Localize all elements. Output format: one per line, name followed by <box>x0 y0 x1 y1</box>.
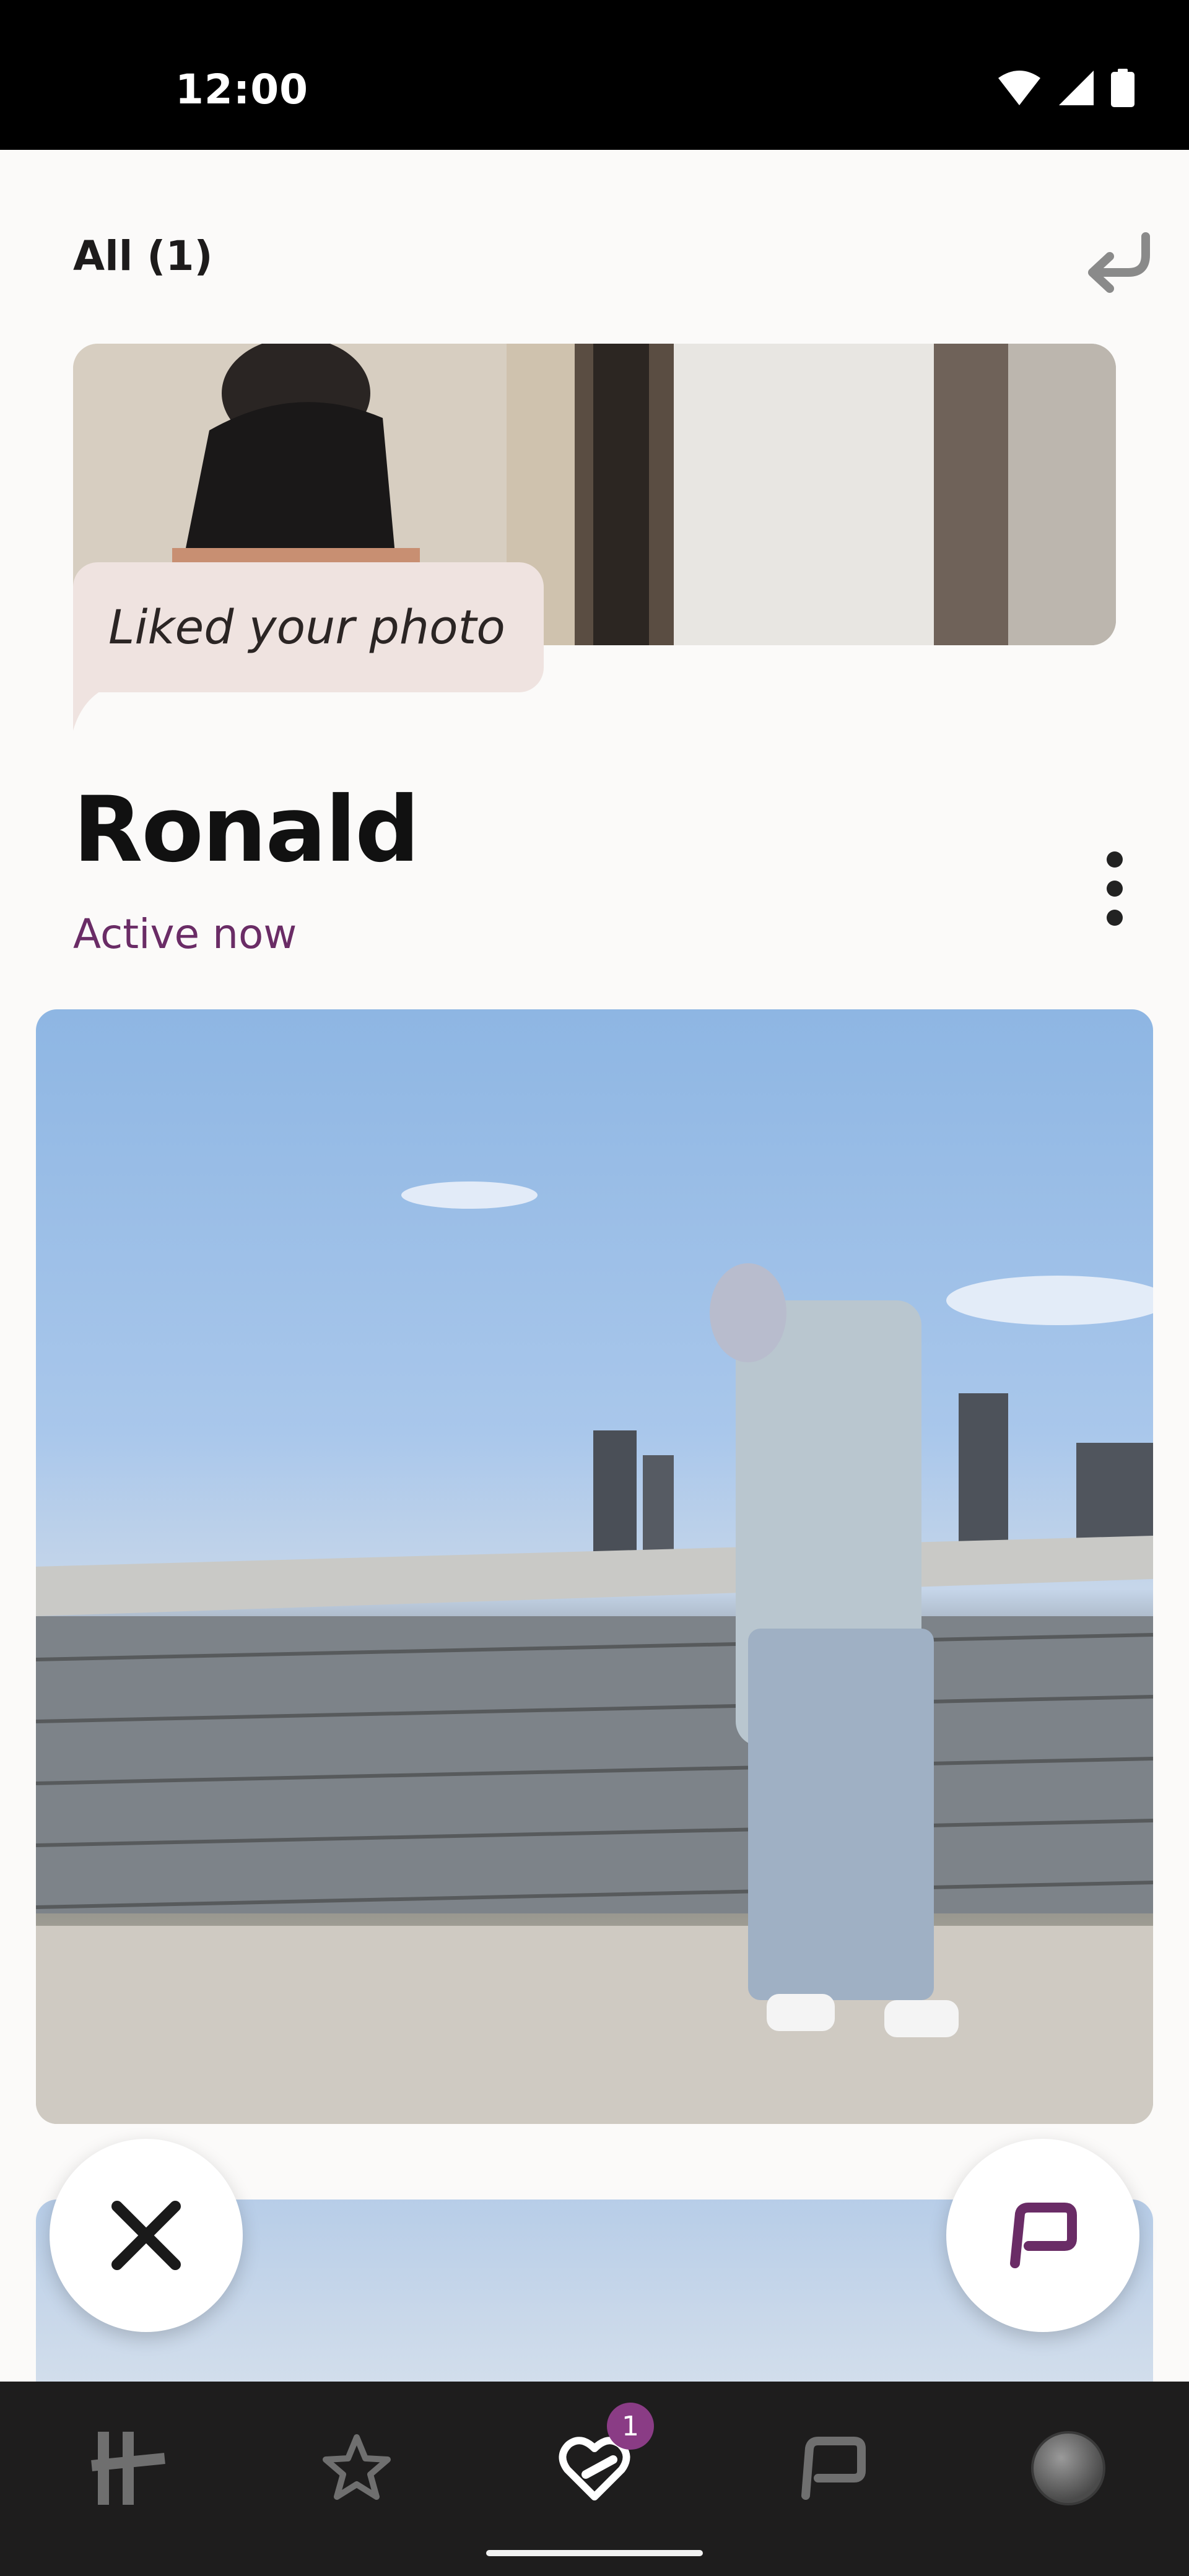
signal-icon <box>1059 71 1094 105</box>
pass-button[interactable] <box>50 2139 243 2332</box>
nav-profile[interactable] <box>1019 2419 1118 2518</box>
star-icon <box>323 2434 391 2500</box>
bottom-navigation <box>0 2382 1189 2576</box>
likes-filter-label[interactable]: All (1) <box>73 232 213 280</box>
status-icons <box>997 66 1135 110</box>
profile-photo-illustration <box>36 1181 1153 2124</box>
liked-message-text: Liked your photo <box>108 599 505 655</box>
avatar <box>1031 2431 1105 2505</box>
profile-photo[interactable] <box>36 1009 1153 2124</box>
nav-discover[interactable] <box>79 2419 178 2518</box>
battery-icon <box>1111 69 1135 107</box>
status-bar: 12:00 <box>0 0 1189 150</box>
wifi-icon <box>998 71 1040 105</box>
likes-count-badge: 1 <box>607 2403 654 2450</box>
nav-matches[interactable] <box>783 2419 882 2518</box>
close-icon <box>111 2201 181 2270</box>
undo-arrow-icon[interactable] <box>1078 220 1156 298</box>
profile-active-status: Active now <box>73 910 297 958</box>
menu-dot <box>1107 910 1123 926</box>
send-comment-button[interactable] <box>946 2139 1139 2332</box>
bubble-tail <box>73 681 129 731</box>
status-time: 12:00 <box>175 66 309 113</box>
chat-bubble-icon <box>801 2437 866 2500</box>
nav-standouts[interactable] <box>307 2419 406 2518</box>
home-indicator[interactable] <box>486 2550 703 2556</box>
hinge-logo-icon <box>91 2432 165 2505</box>
chat-bubble-icon <box>1010 2203 1077 2268</box>
profile-name: Ronald <box>73 777 420 882</box>
menu-dot <box>1107 851 1123 868</box>
more-vertical-icon[interactable] <box>1096 851 1133 926</box>
menu-dot <box>1107 881 1123 897</box>
